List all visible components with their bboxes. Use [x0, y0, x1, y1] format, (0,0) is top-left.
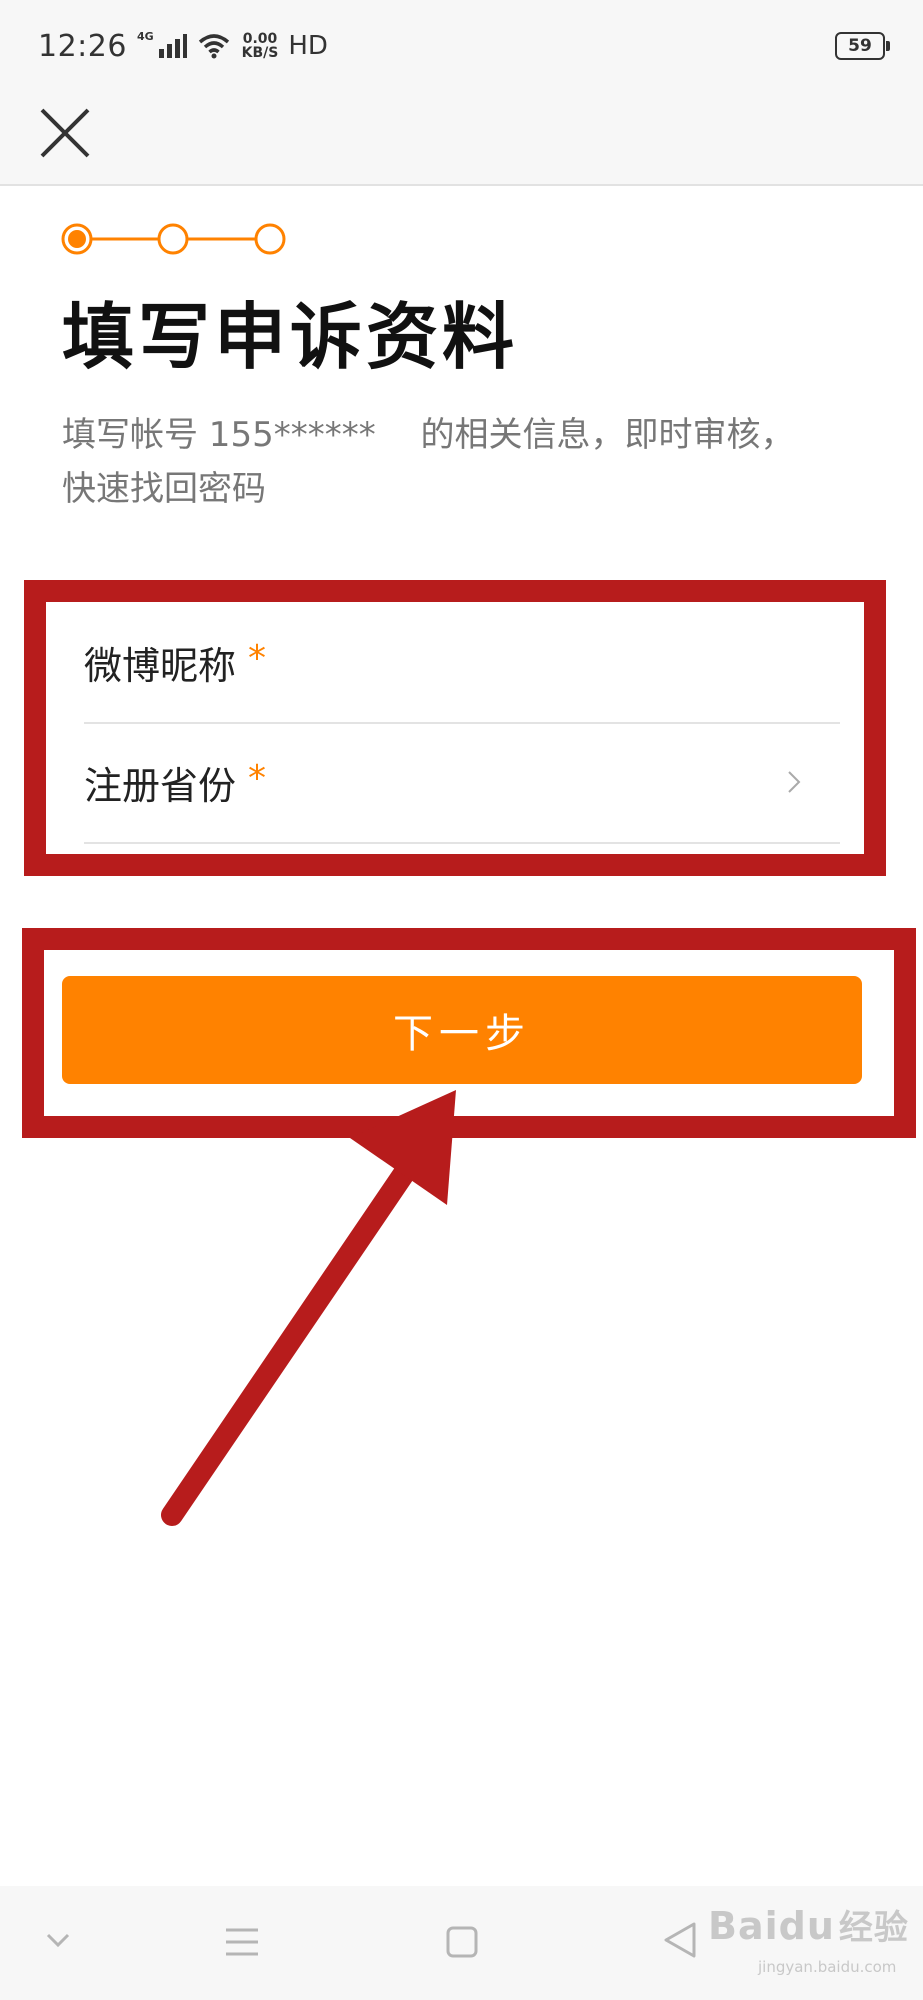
close-icon	[40, 108, 90, 158]
watermark-brand: Baidu	[708, 1904, 835, 1948]
step-3	[254, 223, 286, 255]
step-1-active	[61, 223, 93, 255]
province-field[interactable]: 注册省份 *	[84, 722, 840, 844]
nav-collapse-button[interactable]	[40, 1922, 76, 1962]
hd-label: HD	[288, 31, 328, 61]
baidu-watermark: Baidu 经验	[708, 1900, 909, 1949]
chevron-right-icon	[788, 771, 801, 793]
signal-icon	[158, 34, 187, 58]
title-bar	[0, 92, 923, 186]
watermark-brand-cn: 经验	[838, 1908, 909, 1948]
page-subtitle: 填写帐号 155****** 的相关信息，即时审核，快速找回密码	[62, 415, 795, 509]
required-mark: *	[248, 757, 267, 799]
close-button[interactable]	[34, 102, 96, 164]
watermark-url: jingyan.baidu.com	[758, 1958, 897, 1976]
form-highlight-frame: 微博昵称 * 注册省份 *	[24, 580, 886, 876]
nickname-input[interactable]	[286, 641, 840, 683]
page-title: 填写申诉资料	[62, 295, 519, 379]
nav-menu-button[interactable]	[222, 1924, 262, 1964]
speed-unit: KB/S	[241, 45, 279, 61]
wifi-icon	[198, 34, 229, 59]
required-mark: *	[248, 637, 267, 679]
speed-value: 0.00	[242, 31, 278, 47]
next-step-button[interactable]: 下一步	[62, 976, 862, 1084]
menu-icon	[226, 1928, 258, 1956]
status-left: 12:26 4G 0.00 KB/S HD	[38, 26, 328, 66]
battery-level: 59	[848, 36, 872, 56]
network-type: 4G	[136, 29, 154, 43]
nickname-label: 微博昵称	[84, 643, 237, 688]
back-triangle-icon	[664, 1922, 696, 1958]
step-indicator	[61, 223, 286, 255]
home-square-icon	[446, 1926, 478, 1958]
nav-back-button[interactable]	[662, 1920, 698, 1964]
status-time: 12:26	[38, 28, 127, 64]
status-bar: 12:26 4G 0.00 KB/S HD 59	[0, 0, 923, 92]
province-label: 注册省份	[84, 763, 237, 808]
nickname-field[interactable]: 微博昵称 *	[84, 602, 840, 724]
nav-home-button[interactable]	[444, 1924, 480, 1964]
step-2	[157, 223, 189, 255]
network-speed: 0.00 KB/S	[242, 32, 279, 60]
chevron-down-icon	[46, 1933, 70, 1948]
battery-indicator: 59	[835, 32, 890, 60]
